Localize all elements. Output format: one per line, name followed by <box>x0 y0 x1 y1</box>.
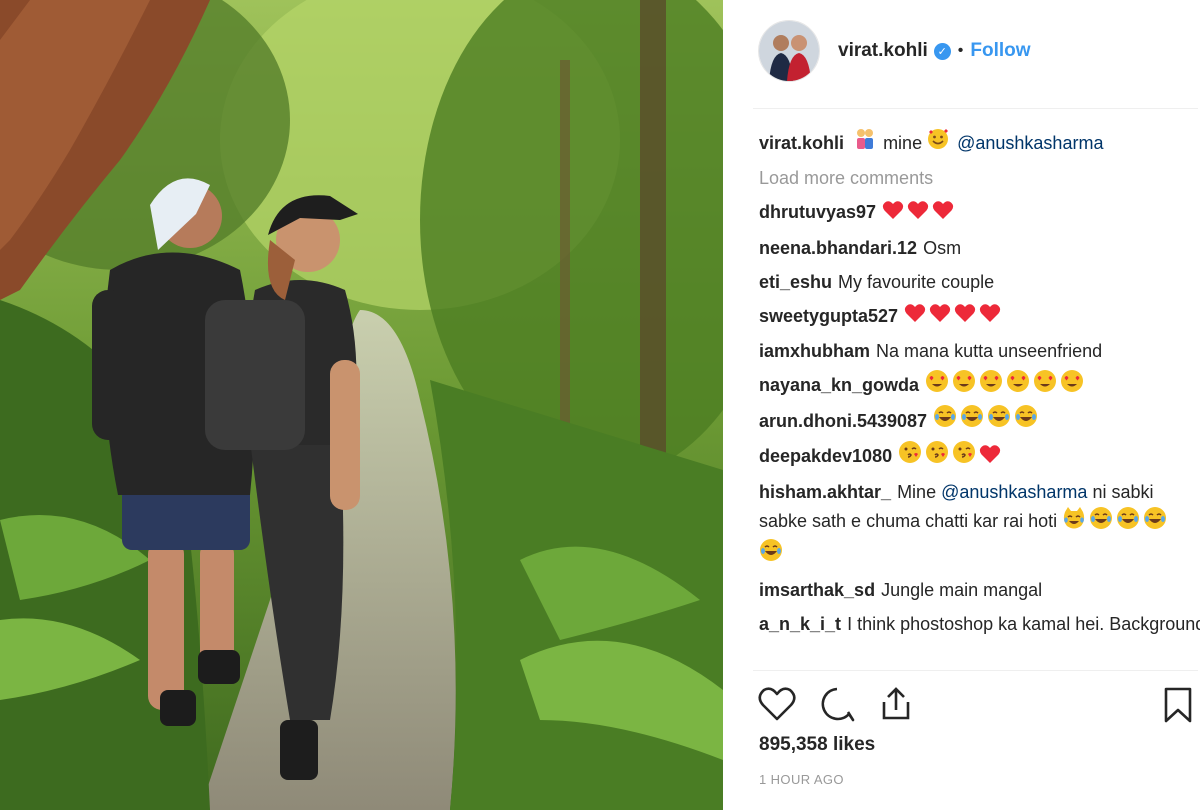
comment-username[interactable]: arun.dhoni.5439087 <box>759 411 927 431</box>
comment-username[interactable]: sweetygupta527 <box>759 306 898 326</box>
actions-divider <box>753 670 1198 671</box>
post-header: virat.kohli ✓ • Follow <box>758 20 1188 82</box>
likes-count[interactable]: 895,358 likes <box>759 734 875 756</box>
comment-text: Mine <box>897 482 937 502</box>
kiss-emoji-icon <box>898 440 922 475</box>
comments-section: virat.kohli mine @anushkasharma Load mor… <box>759 126 1200 643</box>
joy-emoji-icon <box>933 404 957 439</box>
heart-emoji-icon <box>932 197 954 231</box>
comment-row: neena.bhandari.12 Osm <box>759 231 1189 265</box>
comment-username[interactable]: dhrutuvyas97 <box>759 202 876 222</box>
caption-mention[interactable]: @anushkasharma <box>957 133 1103 153</box>
joy-emoji-icon <box>960 404 984 439</box>
comment-icon[interactable] <box>818 686 856 727</box>
comment-text: Osm <box>923 237 962 258</box>
avatar[interactable] <box>758 20 820 82</box>
comment-mention[interactable]: @anushkasharma <box>941 482 1087 502</box>
heart-eyes-emoji-icon <box>1033 369 1057 404</box>
comment-username[interactable]: hisham.akhtar_ <box>759 482 891 502</box>
heart-eyes-emoji-icon <box>952 369 976 404</box>
instagram-post: virat.kohli ✓ • Follow virat.kohli mine … <box>0 0 1200 810</box>
comment-text: Jungle main mangal <box>881 580 1043 600</box>
comment-text: I think phostoshop ka kamal hei. Backgro… <box>847 614 1200 634</box>
heart-emoji-icon <box>979 300 1001 334</box>
comment-row: nayana_kn_gowda <box>759 368 1189 404</box>
heart-emoji-icon <box>929 300 951 334</box>
comment-row: sweetygupta527 <box>759 299 1189 334</box>
heart-emoji-icon <box>904 300 926 334</box>
kiss-emoji-icon <box>925 440 949 475</box>
comment-row: dhrutuvyas97 <box>759 195 1189 230</box>
comment-username[interactable]: a_n_k_i_t <box>759 614 841 634</box>
heart-emoji-icon <box>882 197 904 231</box>
comment-text: My favourite couple <box>838 271 995 292</box>
joy-emoji-icon <box>1143 506 1167 538</box>
joy-emoji-icon <box>759 538 783 570</box>
header-username[interactable]: virat.kohli <box>838 40 928 62</box>
comment-row: iamxhubham Na mana kutta unseenfriend <box>759 334 1189 368</box>
kiss-emoji-icon <box>952 440 976 475</box>
post-photo[interactable] <box>0 0 723 810</box>
joy-emoji-icon <box>1116 506 1140 538</box>
comment-row: a_n_k_i_t I think phostoshop ka kamal hei… <box>759 607 1200 643</box>
load-more-comments-button[interactable]: Load more comments <box>759 161 1189 195</box>
comment-username[interactable]: deepakdev1080 <box>759 446 892 466</box>
heart-eyes-emoji-icon <box>925 369 949 404</box>
joy-emoji-icon <box>1089 506 1113 538</box>
header-separator: • <box>957 42 964 59</box>
post-actions <box>758 686 1198 726</box>
heart-eyes-emoji-icon <box>1060 369 1084 404</box>
caption-username[interactable]: virat.kohli <box>759 133 844 153</box>
post-side-panel: virat.kohli ✓ • Follow virat.kohli mine … <box>723 0 1200 810</box>
comment-username[interactable]: iamxhubham <box>759 341 870 361</box>
comment-username[interactable]: imsarthak_sd <box>759 580 875 600</box>
joy-emoji-icon <box>987 404 1011 439</box>
like-heart-icon[interactable] <box>758 686 796 727</box>
save-bookmark-icon[interactable] <box>1162 686 1194 729</box>
caption: virat.kohli mine @anushkasharma <box>759 126 1189 161</box>
comment-row: hisham.akhtar_ Mine @anushkasharma ni sab… <box>759 475 1189 573</box>
comment-username[interactable]: neena.bhandari.12 <box>759 238 917 258</box>
comment-text: Na mana kutta unseenfriend <box>876 340 1103 361</box>
heart-emoji-icon <box>954 300 976 334</box>
header-divider <box>753 108 1198 109</box>
comment-row: deepakdev1080 <box>759 439 1189 475</box>
smiling-hearts-emoji-icon <box>927 127 949 161</box>
follow-button[interactable]: Follow <box>970 40 1030 62</box>
post-timestamp[interactable]: 1 HOUR AGO <box>759 772 844 787</box>
verified-badge-icon: ✓ <box>933 42 951 60</box>
joy-emoji-icon <box>1014 404 1038 439</box>
heart-emoji-icon <box>907 197 929 231</box>
cat-joy-emoji-icon <box>1062 506 1086 538</box>
share-icon[interactable] <box>878 686 914 727</box>
couple-emoji-icon <box>855 127 875 161</box>
comment-row: arun.dhoni.5439087 <box>759 404 1189 440</box>
caption-text: mine <box>883 133 923 153</box>
heart-eyes-emoji-icon <box>979 369 1003 404</box>
comment-row: imsarthak_sd Jungle main mangal <box>759 573 1189 607</box>
heart-eyes-emoji-icon <box>1006 369 1030 404</box>
comment-row: eti_eshu My favourite couple <box>759 265 1189 299</box>
forest-couple-image <box>0 0 723 810</box>
comment-username[interactable]: eti_eshu <box>759 272 832 292</box>
heart-emoji-icon <box>979 441 1001 475</box>
comment-username[interactable]: nayana_kn_gowda <box>759 375 919 395</box>
